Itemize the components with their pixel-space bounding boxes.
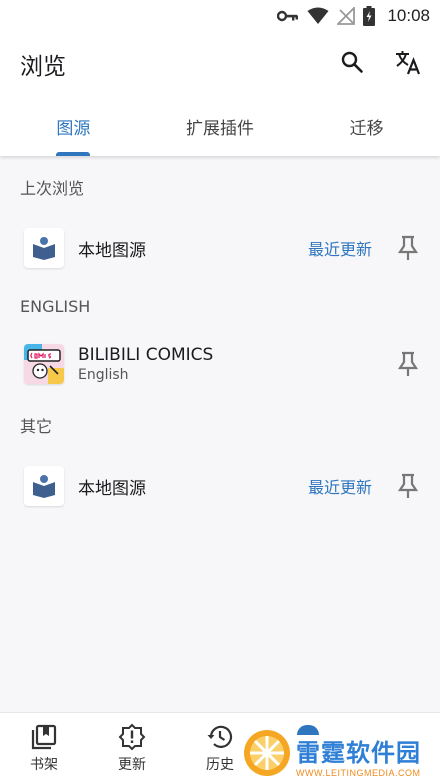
nav-library[interactable]: 书架	[0, 713, 88, 782]
section-header-english: ENGLISH	[20, 296, 91, 316]
latest-button[interactable]: 最近更新	[308, 236, 372, 260]
local-source-icon	[24, 466, 64, 506]
source-list: 上次浏览 本地图源 最近更新 ENGLISH BILIBILI COMICS E…	[0, 156, 440, 712]
nav-updates[interactable]: 更新	[88, 713, 176, 782]
pin-icon[interactable]	[396, 472, 420, 500]
source-name: BILIBILI COMICS	[78, 345, 214, 365]
updates-icon	[118, 722, 146, 752]
section-header-last-used: 上次浏览	[20, 179, 85, 198]
latest-button[interactable]: 最近更新	[308, 474, 372, 498]
wifi-icon	[307, 7, 329, 25]
watermark-logo	[242, 728, 292, 782]
bookshelf-icon	[31, 722, 57, 752]
watermark: 雷霆软件园 WWW.LEITINGMEDIA.COM	[242, 728, 440, 782]
tab-label: 迁移	[349, 118, 384, 139]
source-name: 本地图源	[78, 478, 146, 499]
status-bar: 10:08	[0, 0, 440, 32]
no-signal-icon	[337, 7, 356, 25]
source-item-local[interactable]: 本地图源 最近更新	[0, 456, 440, 516]
battery-icon	[363, 6, 376, 26]
source-language: English	[78, 367, 129, 383]
watermark-url: WWW.LEITINGMEDIA.COM	[296, 767, 421, 778]
tab-migrate[interactable]: 迁移	[293, 96, 440, 156]
search-button[interactable]	[324, 36, 380, 92]
translate-button[interactable]	[380, 36, 436, 92]
page-title: 浏览	[20, 54, 66, 80]
key-icon	[277, 9, 299, 23]
tab-sources[interactable]: 图源	[0, 96, 147, 156]
tab-extensions[interactable]: 扩展插件	[147, 96, 294, 156]
local-source-icon	[24, 228, 64, 268]
app-bar: 浏览	[0, 32, 440, 96]
tab-label: 图源	[56, 118, 91, 139]
watermark-text: 雷霆软件园	[296, 738, 421, 767]
source-item-local[interactable]: 本地图源 最近更新	[0, 218, 440, 278]
status-time: 10:08	[387, 6, 430, 25]
nav-label: 历史	[206, 756, 234, 773]
tab-bar: 图源 扩展插件 迁移	[0, 96, 440, 156]
pin-icon[interactable]	[396, 234, 420, 262]
bilibili-comics-logo	[24, 344, 64, 384]
search-icon	[340, 50, 364, 78]
tab-label: 扩展插件	[186, 118, 254, 139]
source-item-bilibili[interactable]: BILIBILI COMICS English	[0, 334, 440, 394]
nav-label: 书架	[30, 756, 58, 773]
source-name: 本地图源	[78, 240, 146, 261]
translate-icon	[394, 48, 422, 80]
section-header-other: 其它	[20, 417, 53, 436]
nav-label: 更新	[118, 756, 146, 773]
history-icon	[206, 722, 234, 752]
pin-icon[interactable]	[396, 350, 420, 378]
